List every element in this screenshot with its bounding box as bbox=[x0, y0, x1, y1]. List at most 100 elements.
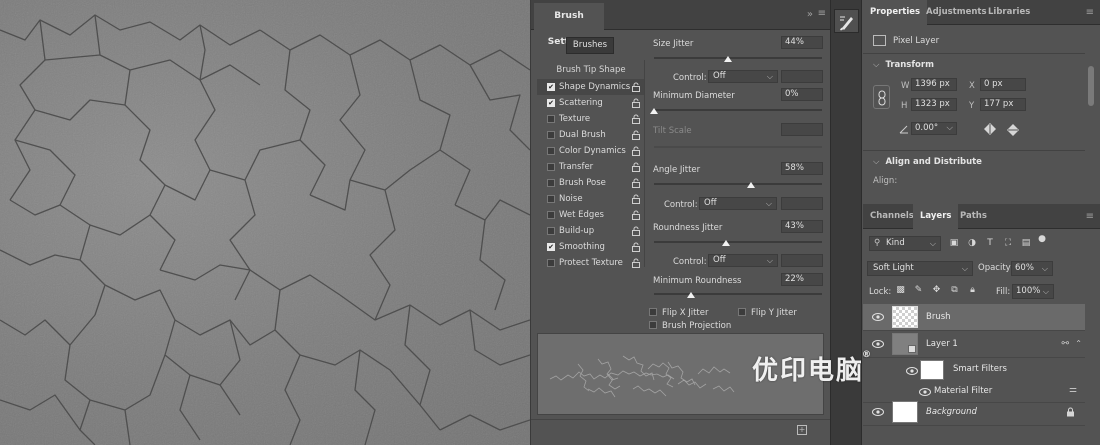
lock-icon[interactable] bbox=[631, 258, 641, 268]
lock-image-icon[interactable]: ✎ bbox=[913, 285, 924, 296]
size-control-select[interactable]: Off ⌵ bbox=[708, 70, 778, 83]
align-section-header[interactable]: ⌵ Align and Distribute bbox=[873, 157, 982, 167]
lock-artboard-icon[interactable]: ⧉ bbox=[949, 285, 960, 296]
option-transfer[interactable]: Transfer bbox=[537, 159, 645, 175]
lock-icon[interactable] bbox=[631, 82, 641, 92]
slider-thumb[interactable] bbox=[686, 292, 695, 298]
lock-icon[interactable] bbox=[631, 162, 641, 172]
option-shape-dynamics[interactable]: ✔ Shape Dynamics bbox=[537, 79, 645, 95]
document-canvas[interactable] bbox=[0, 0, 530, 445]
eye-icon[interactable] bbox=[906, 367, 918, 375]
checkbox-shape-dynamics[interactable]: ✔ bbox=[547, 83, 555, 91]
angle-jitter-value[interactable]: 58% bbox=[781, 162, 823, 175]
minimum-roundness-value[interactable]: 22% bbox=[781, 273, 823, 286]
checkbox-transfer[interactable] bbox=[547, 163, 555, 171]
option-noise[interactable]: Noise bbox=[537, 191, 645, 207]
checkbox-dual-brush[interactable] bbox=[547, 131, 555, 139]
checkbox-protect-texture[interactable] bbox=[547, 259, 555, 267]
panel-menu-icon[interactable]: ≡ bbox=[818, 8, 826, 19]
lock-icon[interactable] bbox=[631, 226, 641, 236]
collapse-icon[interactable]: » bbox=[807, 9, 813, 20]
type-filter-icon[interactable]: T bbox=[985, 238, 995, 248]
checkbox-smoothing[interactable]: ✔ bbox=[547, 243, 555, 251]
x-field[interactable]: 0 px bbox=[980, 78, 1026, 91]
layer-name[interactable]: Background bbox=[926, 407, 977, 417]
checkbox[interactable] bbox=[649, 308, 657, 316]
roundness-jitter-slider[interactable] bbox=[654, 240, 822, 246]
lock-icon[interactable] bbox=[631, 242, 641, 252]
lock-icon[interactable] bbox=[631, 130, 641, 140]
lock-icon[interactable] bbox=[631, 114, 641, 124]
create-new-brush-icon[interactable]: + bbox=[797, 425, 807, 435]
brush-projection-checkbox[interactable]: Brush Projection bbox=[649, 321, 731, 331]
layer-name[interactable]: Brush bbox=[926, 312, 951, 322]
eye-icon[interactable] bbox=[872, 340, 884, 348]
panel-menu-icon[interactable]: ≡ bbox=[1086, 211, 1094, 222]
checkbox-brush-pose[interactable] bbox=[547, 179, 555, 187]
flip-vertical-icon[interactable] bbox=[1007, 123, 1019, 137]
tab-brush-settings[interactable]: Brush Settings bbox=[534, 3, 604, 47]
flip-x-jitter-checkbox[interactable]: Flip X Jitter bbox=[649, 308, 709, 318]
shape-filter-icon[interactable]: ⛶ bbox=[1003, 238, 1013, 248]
opacity-field[interactable]: 60% ⌵ bbox=[1011, 261, 1053, 276]
option-color-dynamics[interactable]: Color Dynamics bbox=[537, 143, 645, 159]
minimum-diameter-value[interactable]: 0% bbox=[781, 88, 823, 101]
blend-mode-select[interactable]: Soft Light ⌵ bbox=[867, 261, 973, 276]
chevron-up-icon[interactable]: ⌃ bbox=[1075, 339, 1082, 348]
option-dual-brush[interactable]: Dual Brush bbox=[537, 127, 645, 143]
slider-thumb[interactable] bbox=[650, 108, 658, 114]
angle-control-select[interactable]: Off ⌵ bbox=[699, 197, 777, 210]
angle-field[interactable]: 0.00° ⌵ bbox=[911, 122, 957, 135]
lock-icon[interactable] bbox=[631, 178, 641, 188]
option-scattering[interactable]: ✔ Scattering bbox=[537, 95, 645, 111]
option-brush-pose[interactable]: Brush Pose bbox=[537, 175, 645, 191]
width-field[interactable]: 1396 px bbox=[911, 78, 957, 91]
checkbox-wet-edges[interactable] bbox=[547, 211, 555, 219]
tab-paths[interactable]: Paths bbox=[953, 204, 994, 229]
lock-icon[interactable] bbox=[631, 98, 641, 108]
scrollbar-thumb[interactable] bbox=[1088, 66, 1094, 106]
option-smoothing[interactable]: ✔ Smoothing bbox=[537, 239, 645, 255]
brush-tip-shape-item[interactable]: Brush Tip Shape bbox=[537, 63, 645, 78]
checkbox-build-up[interactable] bbox=[547, 227, 555, 235]
brushes-button[interactable]: Brushes bbox=[566, 37, 614, 54]
tab-properties[interactable]: Properties bbox=[863, 0, 928, 25]
minimum-roundness-slider[interactable] bbox=[654, 292, 822, 298]
pixel-filter-icon[interactable]: ▣ bbox=[949, 238, 959, 248]
option-build-up[interactable]: Build-up bbox=[537, 223, 645, 239]
flip-y-jitter-checkbox[interactable]: Flip Y Jitter bbox=[738, 308, 797, 318]
eye-icon[interactable] bbox=[872, 408, 884, 416]
tab-layers[interactable]: Layers bbox=[913, 204, 959, 229]
checkbox[interactable] bbox=[649, 321, 657, 329]
smart-object-filter-icon[interactable]: ▤ bbox=[1021, 238, 1031, 248]
lock-icon[interactable] bbox=[631, 146, 641, 156]
eye-icon[interactable] bbox=[872, 313, 884, 321]
size-jitter-slider[interactable] bbox=[654, 56, 822, 62]
height-field[interactable]: 1323 px bbox=[911, 98, 957, 111]
slider-thumb[interactable] bbox=[723, 56, 732, 62]
lock-icon[interactable] bbox=[631, 210, 641, 220]
fill-field[interactable]: 100% ⌵ bbox=[1012, 284, 1054, 299]
properties-scrollbar[interactable] bbox=[1087, 52, 1094, 182]
option-texture[interactable]: Texture bbox=[537, 111, 645, 127]
layer-row-brush[interactable]: Brush bbox=[863, 304, 1085, 331]
eye-icon[interactable] bbox=[919, 388, 931, 396]
filter-toggle-icon[interactable]: ● bbox=[1037, 234, 1047, 244]
layer-name[interactable]: Layer 1 bbox=[926, 339, 958, 349]
y-field[interactable]: 177 px bbox=[980, 98, 1026, 111]
checkbox-scattering[interactable]: ✔ bbox=[547, 99, 555, 107]
brush-settings-toggle[interactable] bbox=[834, 9, 859, 33]
roundness-control-select[interactable]: Off ⌵ bbox=[708, 254, 778, 267]
layer-kind-filter[interactable]: ⚲ Kind ⌵ bbox=[869, 236, 941, 251]
slider-thumb[interactable] bbox=[722, 240, 731, 246]
option-wet-edges[interactable]: Wet Edges bbox=[537, 207, 645, 223]
adjustment-filter-icon[interactable]: ◑ bbox=[967, 238, 977, 248]
link-dimensions-button[interactable] bbox=[873, 85, 890, 109]
checkbox-color-dynamics[interactable] bbox=[547, 147, 555, 155]
transform-section-header[interactable]: ⌵ Transform bbox=[873, 60, 934, 70]
layers-scrollbar[interactable] bbox=[1087, 329, 1094, 439]
filter-options-icon[interactable]: ⚌ bbox=[1069, 385, 1077, 395]
lock-all-icon[interactable]: 🔒︎ bbox=[967, 285, 978, 296]
size-jitter-value[interactable]: 44% bbox=[781, 36, 823, 49]
lock-position-icon[interactable]: ✥ bbox=[931, 285, 942, 296]
